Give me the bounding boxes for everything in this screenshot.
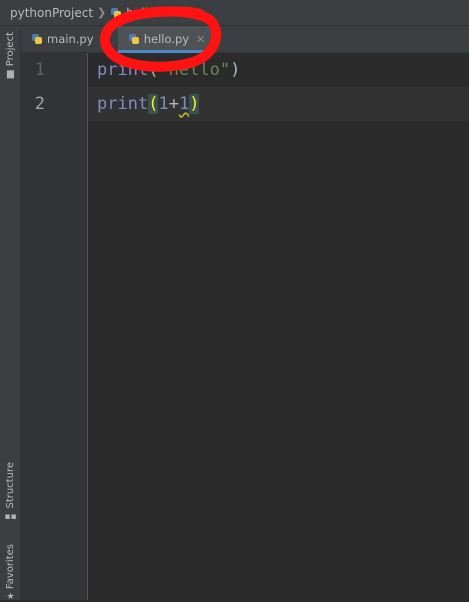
tab-main-py[interactable]: main.py ✕ bbox=[21, 26, 118, 52]
structure-icon: ▪▪ bbox=[4, 511, 17, 522]
code-token: 1 bbox=[178, 94, 190, 114]
close-icon[interactable]: ✕ bbox=[101, 33, 110, 46]
breadcrumb-file-label: hello bbox=[126, 5, 156, 20]
tab-label: main.py bbox=[47, 32, 94, 46]
breadcrumb-project[interactable]: pythonProject bbox=[0, 6, 93, 20]
chevron-right-icon: ❯ bbox=[97, 6, 107, 19]
tool-tab-structure[interactable]: Structure ▪▪ bbox=[0, 462, 21, 522]
code-token: + bbox=[168, 94, 179, 114]
code-token: ) bbox=[189, 94, 200, 114]
code-line[interactable]: print("hello") bbox=[88, 53, 469, 87]
close-icon[interactable]: ✕ bbox=[196, 33, 205, 46]
python-file-icon bbox=[110, 7, 122, 19]
breadcrumb-file[interactable]: hello bbox=[110, 6, 155, 20]
code-token: "hello" bbox=[158, 60, 231, 80]
tool-tab-favorites[interactable]: Favorites ★ bbox=[0, 544, 21, 602]
star-icon: ★ bbox=[6, 592, 15, 602]
folder-icon: ▆ bbox=[7, 69, 14, 80]
code-line[interactable]: print(1+1) bbox=[88, 87, 469, 121]
code-editor[interactable]: print("hello") print(1+1) bbox=[88, 53, 469, 600]
code-token: ( bbox=[148, 60, 159, 80]
tool-tab-project-label: Project bbox=[5, 32, 16, 67]
python-file-icon bbox=[128, 33, 140, 45]
code-token: print bbox=[97, 94, 149, 114]
tab-label: hello.py bbox=[143, 32, 190, 46]
code-token: print bbox=[97, 60, 149, 80]
tab-hello-py[interactable]: hello.py ✕ bbox=[117, 26, 214, 53]
line-number: 1 bbox=[34, 60, 45, 80]
left-tool-strip: Project ▆ Structure ▪▪ Favorites ★ bbox=[0, 26, 21, 602]
editor-tabs: main.py ✕ hello.py ✕ bbox=[21, 26, 469, 53]
tool-tab-structure-label: Structure bbox=[5, 462, 16, 509]
code-token: 1 bbox=[158, 94, 169, 114]
line-number-gutter[interactable]: 1 2 bbox=[21, 53, 88, 600]
code-token: ( bbox=[148, 94, 159, 114]
line-number: 2 bbox=[34, 94, 45, 114]
code-token: ) bbox=[230, 60, 241, 80]
tool-tab-project[interactable]: Project ▆ bbox=[0, 32, 21, 79]
tool-tab-favorites-label: Favorites bbox=[5, 544, 16, 590]
python-file-icon bbox=[31, 33, 43, 45]
navigation-bar: pythonProject ❯ hello bbox=[0, 0, 469, 26]
